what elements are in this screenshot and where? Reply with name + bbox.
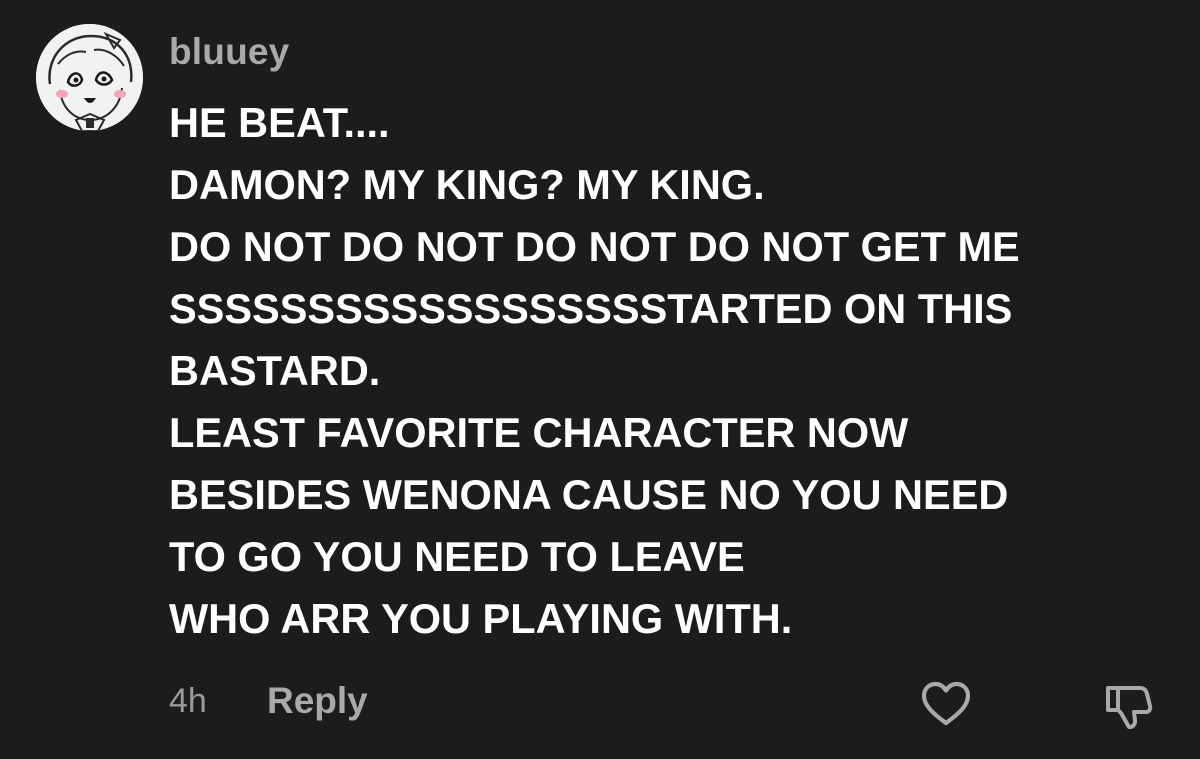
- thumbs-down-icon: [1106, 686, 1153, 729]
- heart-icon: [921, 681, 971, 726]
- comment-line: BESIDES WENONA CAUSE NO YOU NEED: [169, 471, 1009, 518]
- comment-footer: 4h Reply: [0, 672, 1200, 732]
- comment-line: LEAST FAVORITE CHARACTER NOW: [169, 409, 909, 456]
- comment-line: HE BEAT....: [169, 99, 390, 146]
- reply-button[interactable]: Reply: [267, 680, 368, 722]
- comment-line: BASTARD.: [169, 347, 381, 394]
- comment-text: HE BEAT.... DAMON? MY KING? MY KING. DO …: [169, 92, 1179, 650]
- username[interactable]: bluuey: [169, 31, 289, 73]
- avatar[interactable]: [36, 24, 143, 131]
- timestamp: 4h: [169, 682, 207, 720]
- comment-line: WHO ARR YOU PLAYING WITH.: [169, 595, 793, 642]
- avatar-illustration: [36, 24, 143, 131]
- dislike-button[interactable]: [1100, 676, 1156, 732]
- comment-line: DAMON? MY KING? MY KING.: [169, 161, 765, 208]
- comment: bluuey HE BEAT.... DAMON? MY KING? MY KI…: [0, 0, 1200, 759]
- comment-line: SSSSSSSSSSSSSSSSSSTARTED ON THIS: [169, 285, 1013, 332]
- comment-line: DO NOT DO NOT DO NOT DO NOT GET ME: [169, 223, 1020, 270]
- comment-line: TO GO YOU NEED TO LEAVE: [169, 533, 745, 580]
- like-button[interactable]: [918, 676, 974, 732]
